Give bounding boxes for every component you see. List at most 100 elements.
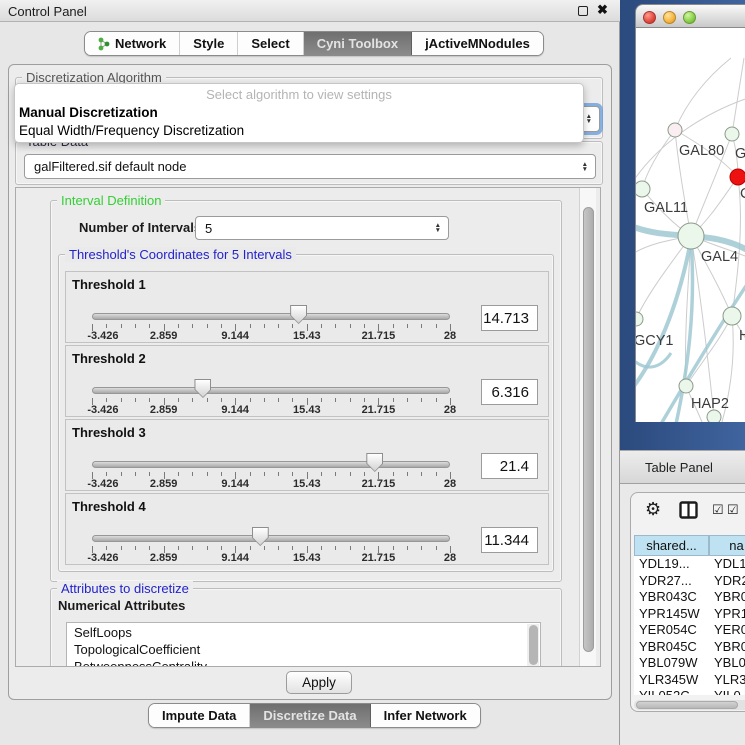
network-node-red[interactable]: [730, 169, 745, 185]
table-cell[interactable]: YDR27...: [634, 573, 709, 590]
network-node-green[interactable]: [636, 181, 650, 197]
network-node-green[interactable]: [723, 307, 741, 325]
slider-tick: [335, 324, 336, 328]
attribute-item[interactable]: SelfLoops: [74, 625, 132, 640]
popup-option-manual[interactable]: Manual Discretization: [19, 105, 158, 120]
network-node-green[interactable]: [678, 223, 704, 249]
threshold-value-field[interactable]: 6.316: [481, 379, 538, 405]
slider-tick: [106, 546, 107, 550]
slider-tick: [178, 324, 179, 328]
tab-impute-data[interactable]: Impute Data: [149, 704, 250, 727]
table-cell[interactable]: YBR043C: [634, 589, 709, 606]
scrollpane-scrollbar[interactable]: [579, 188, 596, 667]
slider-thumb[interactable]: [366, 453, 383, 472]
slider-tick: [192, 398, 193, 402]
threshold-slider-track[interactable]: [92, 535, 450, 542]
zoom-traffic-light-icon[interactable]: [683, 11, 696, 24]
num-intervals-combobox[interactable]: 5 ▲▼: [195, 216, 449, 240]
scrollbar-thumb[interactable]: [583, 207, 594, 652]
table-cell[interactable]: YBR0: [709, 639, 745, 656]
slider-tick: [393, 472, 394, 476]
numerical-attributes-list[interactable]: SelfLoops TopologicalCoefficient Betweenne…: [66, 622, 541, 667]
table-column-header[interactable]: shared...: [634, 535, 709, 556]
slider-tick: [350, 324, 351, 328]
table-cell[interactable]: YIL052C: [634, 688, 709, 695]
tab-network[interactable]: Network: [85, 32, 180, 55]
table-column-header[interactable]: na: [709, 535, 745, 556]
tab-jactivemnodules[interactable]: jActiveMNodules: [412, 32, 543, 55]
network-node-green[interactable]: [725, 127, 739, 141]
table-cell[interactable]: YDL19...: [634, 556, 709, 573]
spinner-arrows-icon[interactable]: ▲▼: [435, 223, 448, 233]
slider-thumb[interactable]: [290, 305, 307, 324]
network-node-green[interactable]: [636, 312, 643, 326]
threshold-value-field[interactable]: 21.4: [481, 453, 538, 479]
threshold-slider-track[interactable]: [92, 313, 450, 320]
table-cell[interactable]: YER0: [709, 622, 745, 639]
threshold-slider-track[interactable]: [92, 387, 450, 394]
tab-select[interactable]: Select: [238, 32, 303, 55]
tab-discretize-data[interactable]: Discretize Data: [250, 704, 370, 727]
spinner-arrows-icon[interactable]: ▲▼: [582, 162, 595, 172]
network-window-titlebar[interactable]: [635, 4, 745, 28]
table-cell[interactable]: YLR3: [709, 672, 745, 689]
gear-icon[interactable]: ⚙: [645, 499, 661, 520]
table-cell[interactable]: YDR2: [709, 573, 745, 590]
table-data-combobox[interactable]: galFiltered.sif default node ▲▼: [24, 154, 596, 179]
threshold-value-field[interactable]: 11.344: [481, 527, 538, 553]
tab-infer-network[interactable]: Infer Network: [371, 704, 480, 727]
threshold-label: Threshold 4: [72, 499, 146, 514]
apply-button[interactable]: Apply: [286, 671, 352, 694]
close-traffic-light-icon[interactable]: [643, 11, 656, 24]
checkbox-icon[interactable]: ☑: [712, 502, 724, 518]
network-edge[interactable]: [642, 130, 675, 189]
slider-tick-label: 9.144: [221, 330, 249, 342]
scrollbar-thumb[interactable]: [636, 701, 738, 709]
table-horizontal-scrollbar[interactable]: [634, 700, 745, 710]
checkbox-icon[interactable]: ☑: [727, 502, 739, 518]
slider-tick: [335, 472, 336, 476]
tab-cyni-toolbox[interactable]: Cyni Toolbox: [304, 32, 412, 55]
network-edge[interactable]: [675, 58, 731, 130]
threshold-slider-track[interactable]: [92, 461, 450, 468]
columns-icon[interactable]: [679, 501, 698, 519]
float-icon[interactable]: [578, 6, 588, 16]
slider-tick: [207, 398, 208, 402]
network-node-pink[interactable]: [668, 123, 682, 137]
slider-thumb[interactable]: [252, 527, 269, 546]
threshold-value-field[interactable]: 14.713: [481, 305, 538, 331]
table-cell[interactable]: YIL0: [709, 688, 745, 695]
slider-tick: [364, 472, 365, 476]
table-cell[interactable]: YLR345W: [634, 672, 709, 689]
spinner-arrows-icon[interactable]: ▲▼: [586, 114, 599, 124]
table-cell[interactable]: YPR1: [709, 606, 745, 623]
close-icon[interactable]: ✖: [597, 2, 608, 18]
table-cell[interactable]: YPR145W: [634, 606, 709, 623]
slider-tick-label: 28: [444, 404, 456, 416]
network-edge[interactable]: [686, 316, 732, 386]
cytoscape-desktop: GAL80GACGAL11GAL4GCY1HHAP2: [620, 0, 745, 450]
slider-tick: [192, 472, 193, 476]
slider-tick: [278, 324, 279, 328]
list-scrollbar[interactable]: [527, 624, 539, 667]
table-cell[interactable]: YBR0: [709, 589, 745, 606]
table-cell[interactable]: YDL1: [709, 556, 745, 573]
popup-option-equal-width[interactable]: Equal Width/Frequency Discretization: [19, 123, 244, 138]
attribute-item[interactable]: TopologicalCoefficient: [74, 642, 200, 657]
slider-tick: [135, 324, 136, 328]
tab-label: Select: [251, 36, 289, 51]
table-cell[interactable]: YBL0: [709, 655, 745, 672]
scrollbar-thumb[interactable]: [529, 625, 538, 665]
table-cell[interactable]: YER054C: [634, 622, 709, 639]
table-cell[interactable]: YBR045C: [634, 639, 709, 656]
network-node-green[interactable]: [679, 379, 693, 393]
num-intervals-value: 5: [205, 221, 212, 236]
minimize-traffic-light-icon[interactable]: [663, 11, 676, 24]
attribute-item[interactable]: BetweennessCentrality: [74, 659, 207, 667]
network-canvas[interactable]: GAL80GACGAL11GAL4GCY1HHAP2: [635, 28, 745, 422]
network-edge[interactable]: [732, 58, 744, 134]
slider-thumb[interactable]: [194, 379, 211, 398]
tab-style[interactable]: Style: [180, 32, 238, 55]
table-cell[interactable]: YBL079W: [634, 655, 709, 672]
slider-tick: [350, 398, 351, 402]
